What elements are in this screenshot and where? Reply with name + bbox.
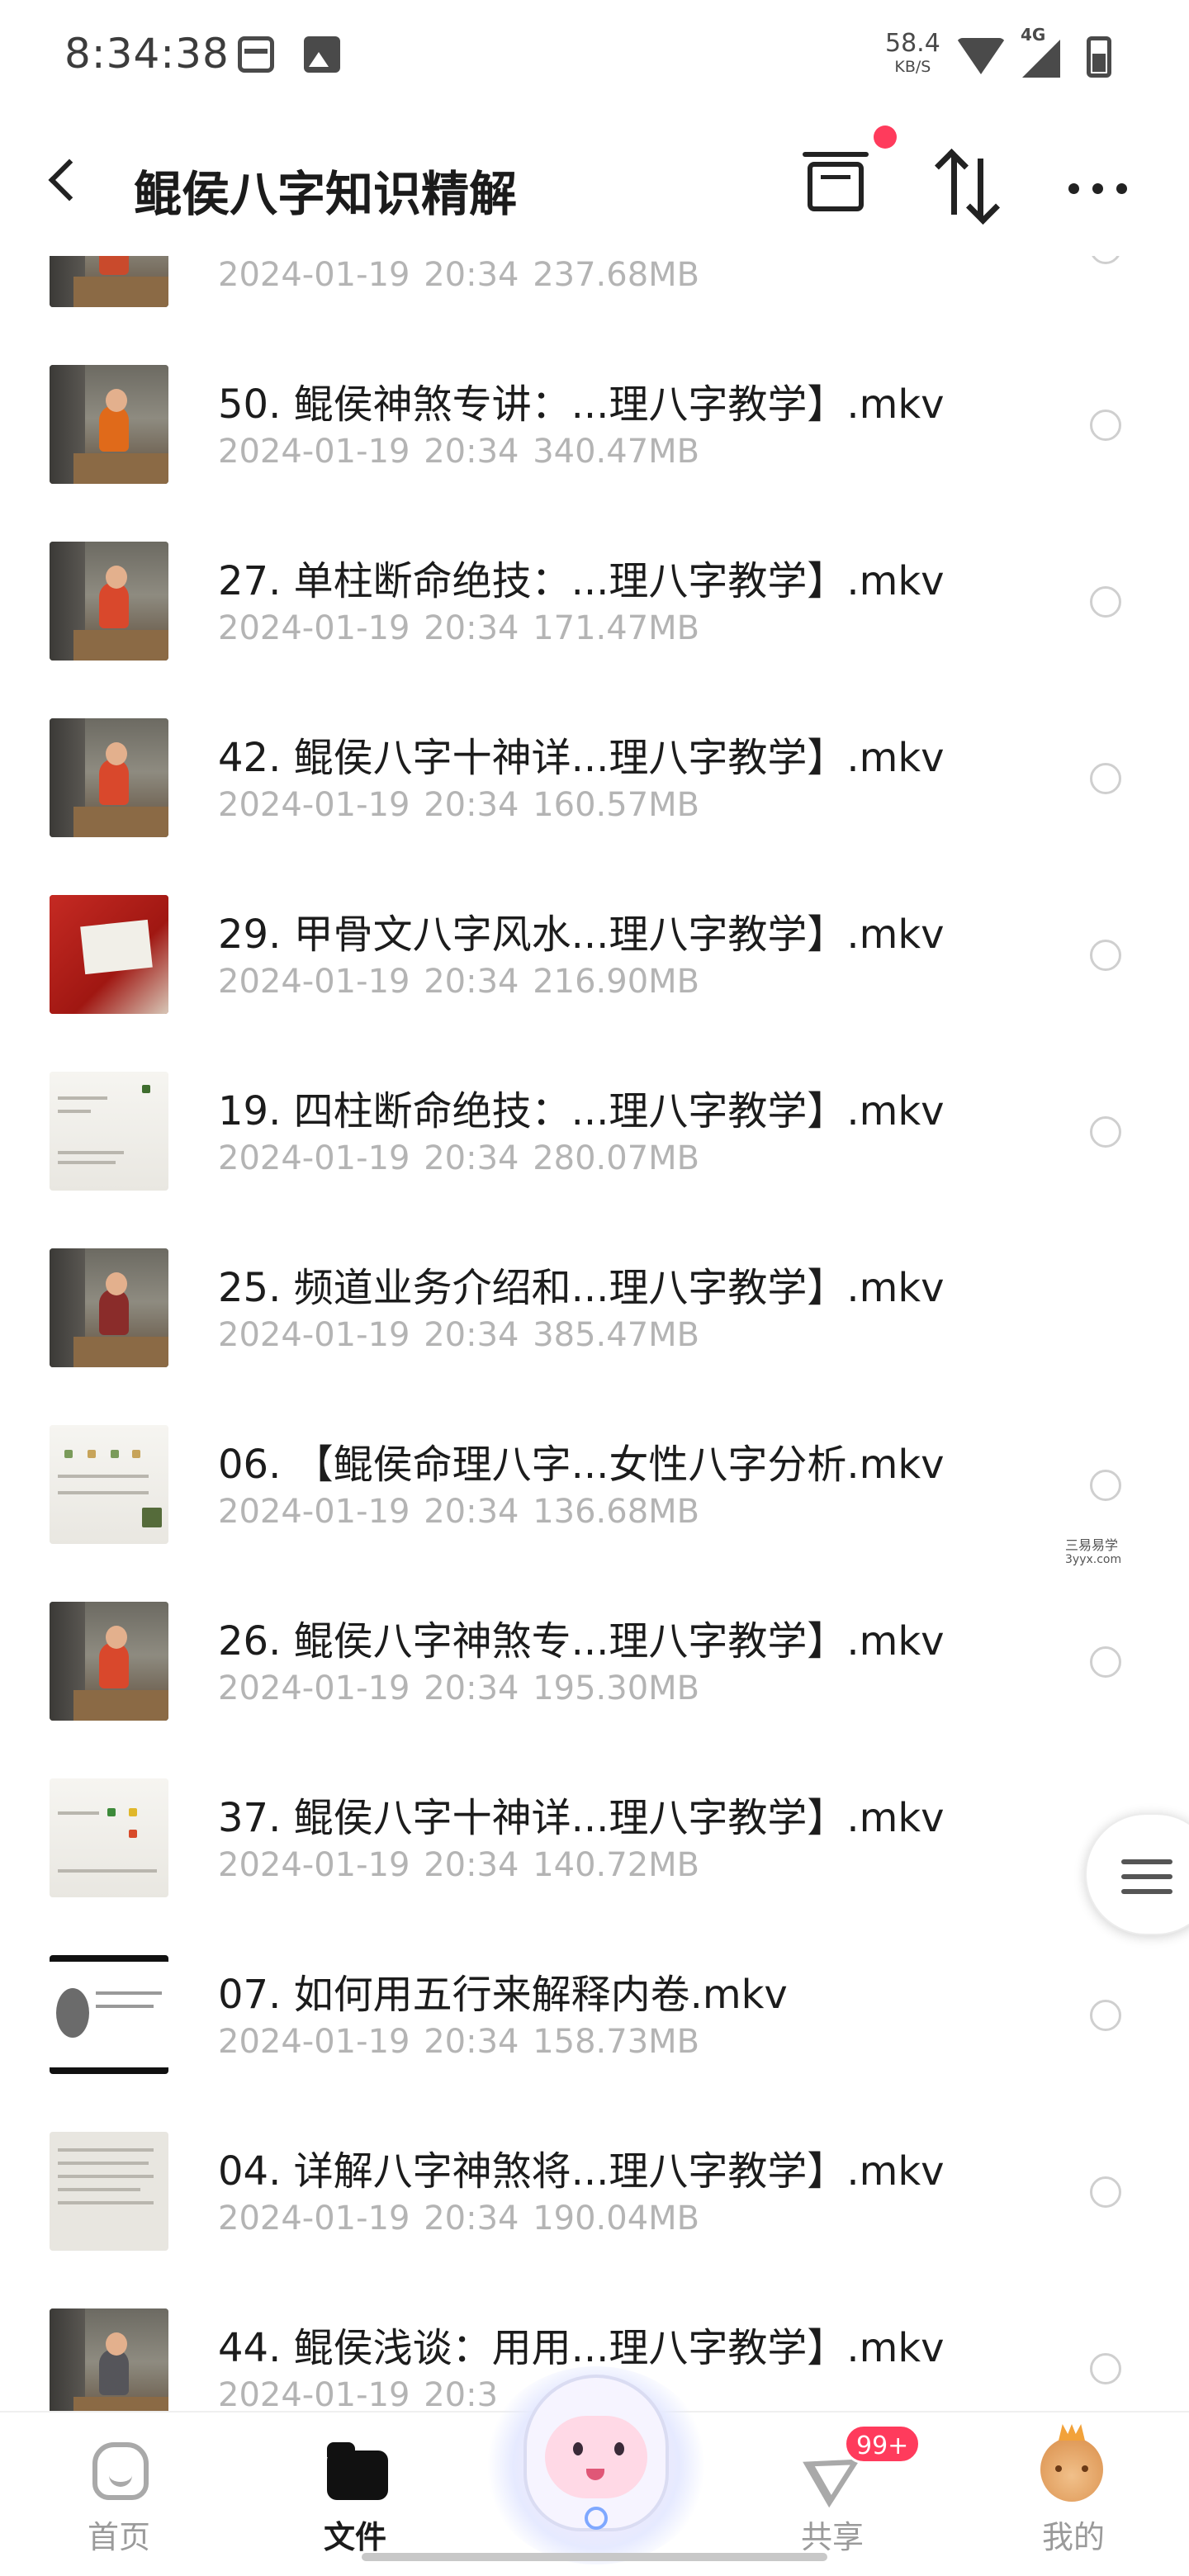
watermark-line1: 三易易学	[1065, 1537, 1119, 1553]
watermark-line2: 3yyx.com	[1065, 1553, 1122, 1567]
file-meta: 2024-01-19 20:34 237.68MB	[218, 256, 700, 294]
file-row[interactable]: 06. 【鲲侯命理八字...女性八字分析.mkv 2024-01-19 20:3…	[0, 1392, 1189, 1569]
file-name: 19. 四柱断命绝技：...理八字教学】.mkv	[218, 1088, 945, 1134]
video-thumbnail	[50, 718, 168, 837]
video-thumbnail	[50, 1072, 168, 1191]
file-meta: 2024-01-19 20:34 140.72MB	[218, 1846, 700, 1884]
file-row[interactable]: 25. 频道业务介绍和...理八字教学】.mkv 2024-01-19 20:3…	[0, 1215, 1189, 1392]
network-speed-unit: KB/S	[894, 58, 931, 76]
video-thumbnail	[50, 895, 168, 1014]
video-thumbnail	[50, 1778, 168, 1897]
tab-files[interactable]: 文件	[272, 2413, 438, 2576]
file-name: 37. 鲲侯八字十神详...理八字教学】.mkv	[218, 1795, 945, 1841]
select-radio[interactable]	[1090, 940, 1121, 971]
network-speed: 58.4 KB/S	[885, 31, 940, 75]
file-name: 27. 单柱断命绝技：...理八字教学】.mkv	[218, 558, 945, 604]
battery-icon	[1087, 36, 1111, 78]
file-meta: 2024-01-19 20:34 190.04MB	[218, 2200, 700, 2237]
file-name: 07. 如何用五行来解释内卷.mkv	[218, 1972, 788, 2018]
video-thumbnail	[50, 1602, 168, 1721]
select-radio[interactable]	[1090, 1646, 1121, 1678]
file-meta: 2024-01-19 20:3	[218, 2376, 499, 2411]
file-name: 06. 【鲲侯命理八字...女性八字分析.mkv	[218, 1442, 945, 1488]
file-meta: 2024-01-19 20:34 385.47MB	[218, 1316, 700, 1354]
home-indicator	[362, 2553, 827, 2561]
back-icon[interactable]	[48, 159, 91, 201]
file-meta: 2024-01-19 20:34 216.90MB	[218, 963, 700, 1001]
network-type: 4G	[1021, 25, 1046, 45]
file-row[interactable]: 42. 鲲侯八字十神详...理八字教学】.mkv 2024-01-19 20:3…	[0, 685, 1189, 862]
file-name: 26. 鲲侯八字神煞专...理八字教学】.mkv	[218, 1618, 945, 1664]
select-radio[interactable]	[1090, 763, 1121, 794]
wifi-icon	[956, 38, 1006, 74]
tab-home[interactable]: 首页	[36, 2413, 201, 2576]
video-thumbnail	[50, 1955, 168, 2074]
video-thumbnail	[50, 2308, 168, 2411]
image-icon	[304, 36, 340, 73]
file-row[interactable]: 26. 鲲侯八字神煞专...理八字教学】.mkv 2024-01-19 20:3…	[0, 1569, 1189, 1745]
file-name: 42. 鲲侯八字十神详...理八字教学】.mkv	[218, 735, 945, 781]
file-name: 04. 详解八字神煞将...理八字教学】.mkv	[218, 2148, 945, 2195]
file-row[interactable]: 29. 甲骨文八字风水...理八字教学】.mkv 2024-01-19 20:3…	[0, 862, 1189, 1039]
file-meta: 2024-01-19 20:34 158.73MB	[218, 2023, 700, 2061]
network-speed-value: 58.4	[885, 29, 940, 58]
file-meta: 2024-01-19 20:34 160.57MB	[218, 786, 700, 824]
select-radio[interactable]	[1090, 1470, 1121, 1501]
file-list: 2024-01-19 20:34 237.68MB 50. 鲲侯神煞专讲：...…	[0, 256, 1189, 2411]
video-thumbnail	[50, 1248, 168, 1367]
tab-label: 我的	[1041, 2519, 1105, 2555]
file-row[interactable]: 04. 详解八字神煞将...理八字教学】.mkv 2024-01-19 20:3…	[0, 2099, 1189, 2275]
watermark: 三易易学 3yyx.com	[1059, 1534, 1129, 1570]
header-bar: 鲲侯八字知识精解	[0, 116, 1189, 256]
notification-badge: 99+	[844, 2424, 921, 2464]
file-name: 25. 频道业务介绍和...理八字教学】.mkv	[218, 1265, 945, 1311]
file-name: 50. 鲲侯神煞专讲：...理八字教学】.mkv	[218, 381, 945, 428]
app-root: 8:34:38 58.4 KB/S 4G 鲲侯八字知识精解 2024-01-19…	[0, 0, 1189, 2576]
video-thumbnail	[50, 542, 168, 661]
select-radio[interactable]	[1090, 2176, 1121, 2208]
notification-box-icon	[238, 36, 274, 73]
video-thumbnail	[50, 1425, 168, 1544]
file-meta: 2024-01-19 20:34 171.47MB	[218, 609, 700, 647]
home-icon	[92, 2442, 149, 2500]
select-radio[interactable]	[1090, 2353, 1121, 2384]
video-thumbnail	[50, 365, 168, 484]
signal-icon	[1022, 40, 1060, 78]
file-name: 29. 甲骨文八字风水...理八字教学】.mkv	[218, 912, 945, 958]
notification-dot	[874, 125, 897, 149]
file-meta: 2024-01-19 20:34 280.07MB	[218, 1139, 700, 1177]
file-meta: 2024-01-19 20:34 195.30MB	[218, 1669, 700, 1707]
file-row[interactable]: 50. 鲲侯神煞专讲：...理八字教学】.mkv 2024-01-19 20:3…	[0, 332, 1189, 509]
mascot-assistant-button[interactable]	[482, 2350, 710, 2564]
tab-label: 共享	[800, 2519, 864, 2555]
video-thumbnail	[50, 256, 168, 307]
tab-share[interactable]: 99+ 共享	[750, 2413, 921, 2576]
file-row[interactable]: 07. 如何用五行来解释内卷.mkv 2024-01-19 20:34 158.…	[0, 1922, 1189, 2099]
file-meta: 2024-01-19 20:34 340.47MB	[218, 433, 700, 471]
select-radio[interactable]	[1090, 1116, 1121, 1148]
tab-label: 首页	[87, 2519, 150, 2555]
status-time: 8:34:38	[64, 30, 230, 78]
sort-icon[interactable]	[941, 152, 999, 218]
select-radio[interactable]	[1090, 256, 1121, 264]
profile-avatar-icon	[1040, 2437, 1103, 2502]
video-thumbnail	[50, 2132, 168, 2251]
select-radio[interactable]	[1090, 2000, 1121, 2031]
file-row[interactable]: 27. 单柱断命绝技：...理八字教学】.mkv 2024-01-19 20:3…	[0, 509, 1189, 685]
tab-label: 文件	[323, 2519, 386, 2555]
folder-icon	[327, 2442, 388, 2500]
file-row[interactable]: 19. 四柱断命绝技：...理八字教学】.mkv 2024-01-19 20:3…	[0, 1039, 1189, 1215]
mascot-logo-icon	[585, 2507, 608, 2530]
tab-me[interactable]: 我的	[991, 2413, 1156, 2576]
page-title: 鲲侯八字知识精解	[134, 166, 518, 222]
more-icon[interactable]	[1068, 183, 1128, 195]
file-meta: 2024-01-19 20:34 136.68MB	[218, 1493, 700, 1531]
file-row[interactable]: 37. 鲲侯八字十神详...理八字教学】.mkv 2024-01-19 20:3…	[0, 1745, 1189, 1922]
select-radio[interactable]	[1090, 410, 1121, 441]
status-bar: 8:34:38 58.4 KB/S 4G	[0, 0, 1189, 116]
transfer-box-icon[interactable]	[803, 152, 869, 211]
select-radio[interactable]	[1090, 586, 1121, 618]
file-row[interactable]: 2024-01-19 20:34 237.68MB	[0, 256, 1189, 332]
